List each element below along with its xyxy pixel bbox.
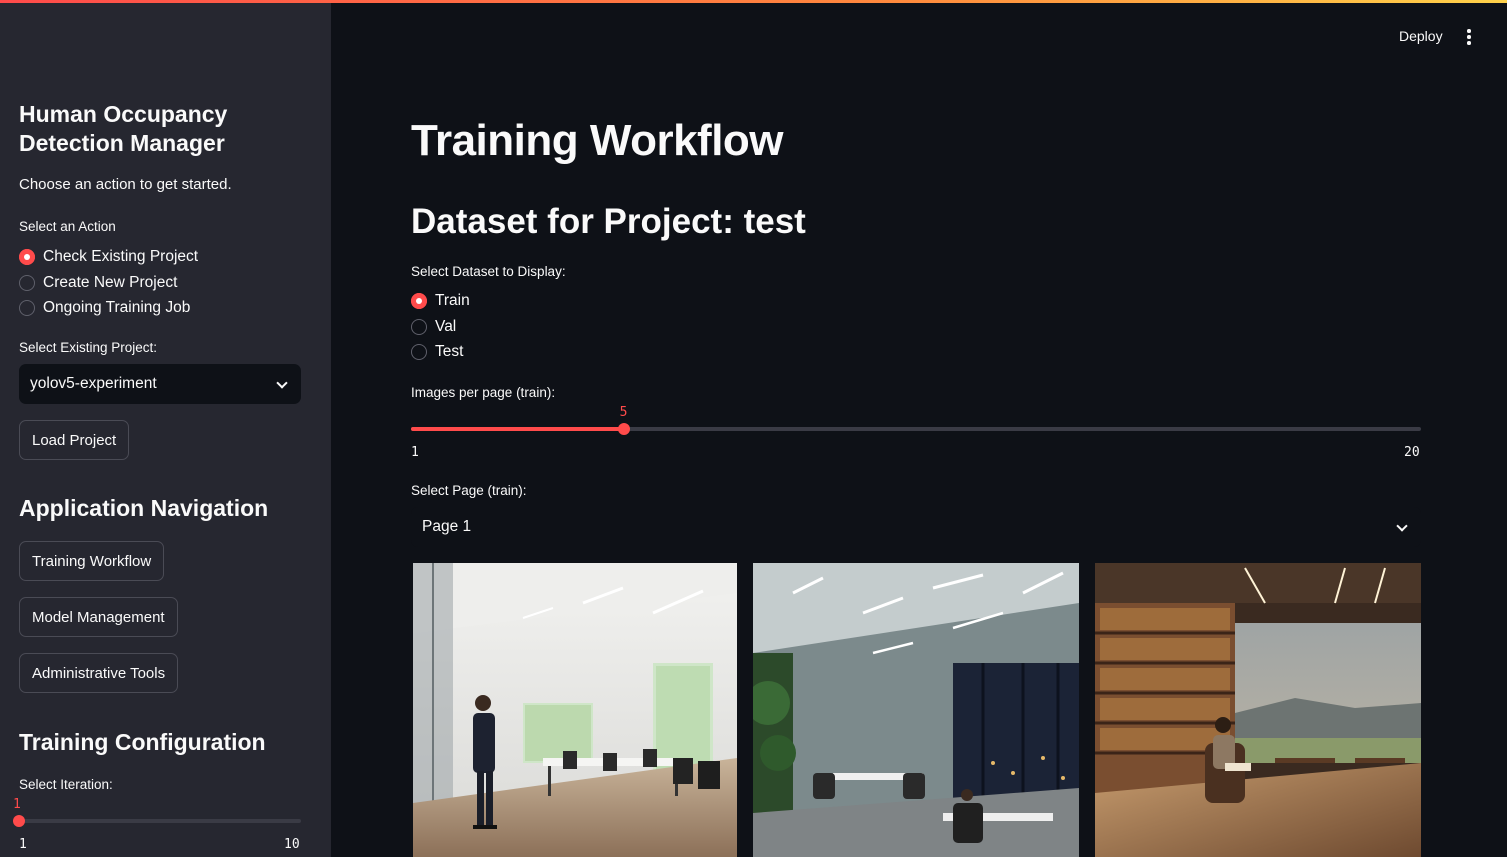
radio-label: Check Existing Project — [43, 248, 199, 265]
iteration-slider-max: 10 — [284, 837, 300, 852]
iteration-slider-value: 1 — [13, 797, 21, 812]
per-page-slider-thumb[interactable] — [617, 423, 630, 435]
dataset-image-office — [413, 563, 737, 857]
radio-unselected-icon — [19, 300, 35, 316]
navigation-heading: Application Navigation — [19, 495, 269, 521]
radio-unselected-icon — [19, 275, 35, 291]
iteration-slider-track[interactable] — [19, 819, 301, 823]
load-project-button[interactable]: Load Project — [19, 420, 130, 460]
page-select-value: Page 1 — [422, 518, 472, 535]
sidebar: Human Occupancy Detection Manager Choose… — [0, 0, 331, 857]
training-workflow-button[interactable]: Training Workflow — [19, 541, 165, 581]
radio-selected-icon — [411, 293, 427, 309]
project-select-value: yolov5-experiment — [30, 375, 157, 392]
kebab-menu-icon[interactable] — [1466, 29, 1472, 45]
radio-selected-icon — [19, 249, 35, 265]
page-title: Training Workflow — [411, 116, 784, 165]
top-decoration-bar — [0, 0, 1507, 3]
dataset-heading: Dataset for Project: test — [411, 202, 806, 241]
radio-dataset-test[interactable]: Test — [411, 341, 463, 363]
radio-label: Val — [435, 318, 457, 335]
radio-ongoing-training-job[interactable]: Ongoing Training Job — [19, 297, 190, 319]
per-page-slider-fill — [411, 427, 624, 431]
radio-check-existing-project[interactable]: Check Existing Project — [19, 246, 198, 268]
radio-label: Create New Project — [43, 274, 178, 291]
action-radio-label: Select an Action — [19, 219, 116, 234]
project-select-label: Select Existing Project: — [19, 340, 158, 355]
page-select[interactable]: Page 1 — [411, 507, 1421, 547]
radio-unselected-icon — [411, 319, 427, 335]
deploy-button[interactable]: Deploy — [1399, 28, 1443, 44]
radio-label: Test — [435, 343, 464, 360]
chevron-down-icon — [1397, 522, 1407, 532]
per-page-slider-track[interactable] — [411, 427, 1421, 431]
dataset-radio-label: Select Dataset to Display: — [411, 264, 566, 279]
per-page-slider-value: 5 — [619, 405, 628, 420]
dataset-image-meeting-room — [753, 563, 1079, 857]
model-management-button[interactable]: Model Management — [19, 597, 178, 637]
radio-label: Train — [435, 292, 470, 309]
training-config-heading: Training Configuration — [19, 729, 266, 755]
radio-create-new-project[interactable]: Create New Project — [19, 272, 177, 294]
iteration-slider-min: 1 — [19, 837, 27, 852]
iteration-slider-thumb[interactable] — [13, 815, 25, 827]
chevron-down-icon — [277, 379, 287, 389]
per-page-slider-label: Images per page (train): — [411, 385, 556, 400]
dataset-image-library — [1095, 563, 1421, 857]
radio-label: Ongoing Training Job — [43, 299, 191, 316]
sidebar-subtitle: Choose an action to get started. — [19, 176, 232, 193]
page-select-label: Select Page (train): — [411, 483, 527, 498]
sidebar-title: Human Occupancy Detection Manager — [19, 101, 228, 156]
per-page-slider-min: 1 — [411, 445, 419, 460]
per-page-slider-max: 20 — [1404, 445, 1420, 460]
project-select[interactable]: yolov5-experiment — [19, 364, 301, 404]
administrative-tools-button[interactable]: Administrative Tools — [19, 653, 179, 693]
iteration-slider-label: Select Iteration: — [19, 777, 113, 792]
radio-dataset-val[interactable]: Val — [411, 316, 456, 338]
radio-unselected-icon — [411, 344, 427, 360]
radio-dataset-train[interactable]: Train — [411, 290, 470, 312]
